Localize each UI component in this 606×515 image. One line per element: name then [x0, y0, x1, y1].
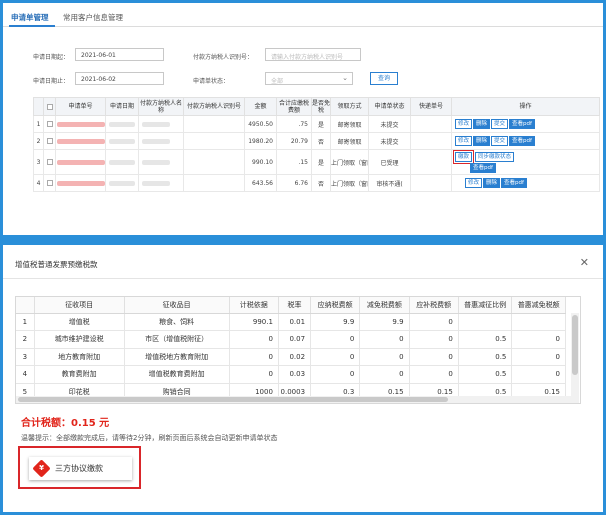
tax-table-container: 征收项目 征收品目 计税依据 税率 应纳税费额 减免税费额 应补税费额 普惠减征…	[15, 296, 581, 404]
tripartite-pay-button[interactable]: ¥ 三方协议缴款	[29, 457, 132, 480]
scrollbar-thumb[interactable]	[572, 315, 578, 375]
edit-button[interactable]: 修改	[455, 136, 473, 146]
query-button[interactable]: 查询	[370, 72, 398, 85]
row-checkbox[interactable]	[43, 132, 56, 150]
table-row: 2 城市维护建设税 市区（增值税附征） 0 0.07 0 0 0 0.5 0	[16, 330, 566, 349]
submit-button[interactable]: 提交	[491, 119, 509, 129]
application-list-panel: 申请单管理 常用客户信息管理 申请日期起： 2021-06-01 付款方纳税人识…	[3, 3, 603, 235]
submit-button[interactable]: 提交	[491, 136, 509, 146]
redacted-application-no	[55, 115, 106, 133]
tax-table: 征收项目 征收品目 计税依据 税率 应纳税费额 减免税费额 应补税费额 普惠减征…	[16, 297, 566, 401]
status-select-value: 全部	[271, 78, 284, 85]
redacted-date	[105, 132, 139, 150]
row-checkbox[interactable]	[43, 174, 56, 192]
col-application-no: 申请单号	[55, 97, 106, 116]
table-row: 1 增值税 粮食、饲料 990.1 0.01 9.9 9.9 0	[16, 313, 566, 331]
table-row: 4 643.56 6.76 否 上门领取（窗口 审核不通( 修改删除查看pdf	[33, 174, 600, 192]
tax-table-header: 征收项目 征收品目 计税依据 税率 应纳税费额 减免税费额 应补税费额 普惠减征…	[16, 297, 566, 314]
redacted-application-no	[55, 149, 106, 175]
table-row: 3 地方教育附加 增值税地方教育附加 0 0.02 0 0 0 0.5 0	[16, 348, 566, 366]
redacted-payer-name	[138, 132, 184, 150]
end-date-label: 申请日期止：	[33, 78, 70, 85]
col-status: 申请单状态	[368, 97, 411, 116]
close-icon[interactable]: ✕	[580, 256, 589, 269]
edit-button[interactable]: 修改	[465, 178, 483, 188]
col-amount: 金额	[244, 97, 277, 116]
redacted-payer-name	[138, 149, 184, 175]
yen-icon: ¥	[32, 459, 51, 478]
row-actions: 修改 删除 提交 查看pdf	[451, 132, 600, 150]
table-row: 4 教育费附加 增值税教育费附加 0 0.03 0 0 0 0.5 0	[16, 365, 566, 384]
redacted-date	[105, 115, 139, 133]
redacted-payer-name	[138, 115, 184, 133]
row-actions: 修改 删除 提交 查看pdf	[451, 115, 600, 133]
edit-button[interactable]: 修改	[455, 119, 473, 129]
end-date-input[interactable]: 2021-06-02	[75, 72, 164, 85]
col-payer-taxid: 付款方纳税人识别号	[183, 97, 245, 116]
delete-button[interactable]: 删除	[473, 136, 491, 146]
taxid-label: 付款方纳税人识别号：	[193, 54, 254, 61]
redacted-application-no	[55, 174, 106, 192]
redacted-date	[105, 174, 139, 192]
scrollbar-thumb[interactable]	[18, 397, 448, 402]
table-row: 3 990.10 .15 是 上门领取（窗口 已受理 缴款同步缴款状态 查看pd…	[33, 149, 600, 175]
active-tab-indicator	[9, 25, 55, 27]
table-row: 2 1980.20 20.79 否 邮寄领取 未提交 修改 删除 提交 查看pdf	[33, 132, 600, 150]
delete-button[interactable]: 删除	[473, 119, 491, 129]
pay-button-label: 三方协议缴款	[55, 464, 103, 473]
start-date-input[interactable]: 2021-06-01	[75, 48, 164, 61]
view-pdf-button[interactable]: 查看pdf	[501, 178, 527, 188]
row-actions: 修改 删除 查看pdf	[451, 174, 600, 192]
col-method: 领取方式	[330, 97, 369, 116]
sync-status-button[interactable]: 同步缴款状态	[475, 151, 515, 162]
col-payer-name: 付款方纳税人名称	[138, 97, 184, 116]
status-select[interactable]: 全部 ⌄	[265, 72, 353, 85]
delete-button[interactable]: 删除	[483, 178, 501, 188]
col-exempt: 是否免税	[311, 97, 331, 116]
divider	[3, 278, 603, 279]
view-pdf-button[interactable]: 查看pdf	[509, 136, 535, 146]
application-table: 申请单号 申请日期 付款方纳税人名称 付款方纳税人识别号 金额 合计应缴税费额 …	[33, 97, 600, 192]
tab-customer-info-management[interactable]: 常用客户信息管理	[63, 12, 123, 23]
total-tax: 合计税额：0.15 元	[21, 418, 110, 429]
start-date-label: 申请日期起：	[33, 54, 70, 61]
table-row: 1 4950.50 .75 是 邮寄领取 未提交 修改 删除 提交 查看pdf	[33, 115, 600, 133]
status-label: 申请单状态：	[193, 78, 230, 85]
redacted-payer-name	[138, 174, 184, 192]
col-date: 申请日期	[105, 97, 139, 116]
col-actions: 操作	[451, 97, 600, 116]
col-express-no: 快递单号	[410, 97, 452, 116]
redacted-application-no	[55, 132, 106, 150]
row-actions: 缴款 同步缴款状态 查看pdf	[451, 149, 600, 175]
taxid-input[interactable]: 请输入付款方纳税人识别号	[265, 48, 361, 61]
prepay-tax-dialog: 增值税普通发票预缴税款 ✕ 征收项目 征收品目 计税依据 税率 应纳税费额 减免…	[3, 245, 603, 512]
hint-text: 温馨提示：全部缴款完成后，请等待2分钟，刷新页面后系统会自动更新申请单状态	[21, 434, 278, 442]
dialog-title: 增值税普通发票预缴税款	[15, 260, 98, 269]
pay-button[interactable]: 缴款	[452, 150, 475, 164]
chevron-down-icon: ⌄	[342, 74, 348, 82]
row-checkbox[interactable]	[43, 149, 56, 175]
select-all-checkbox[interactable]	[43, 97, 56, 116]
vertical-scrollbar[interactable]	[571, 313, 579, 403]
view-pdf-button[interactable]: 查看pdf	[470, 162, 496, 173]
col-total-tax: 合计应缴税费额	[276, 97, 312, 116]
horizontal-scrollbar[interactable]	[16, 396, 572, 403]
tab-application-management[interactable]: 申请单管理	[11, 12, 49, 23]
redacted-date	[105, 149, 139, 175]
row-checkbox[interactable]	[43, 115, 56, 133]
table-header-row: 申请单号 申请日期 付款方纳税人名称 付款方纳税人识别号 金额 合计应缴税费额 …	[33, 97, 600, 116]
pay-button-highlight: ¥ 三方协议缴款	[18, 446, 141, 489]
view-pdf-button[interactable]: 查看pdf	[509, 119, 535, 129]
tab-bar: 申请单管理 常用客户信息管理	[3, 3, 603, 27]
